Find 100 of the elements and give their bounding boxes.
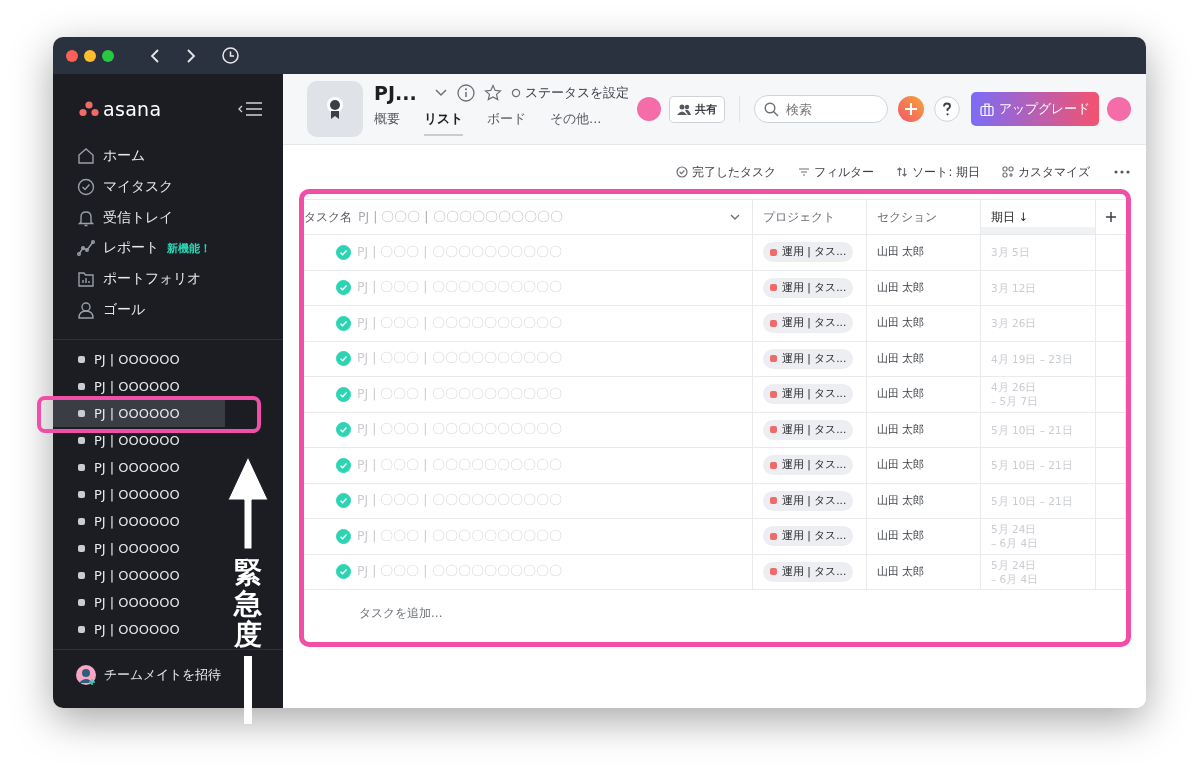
new-feature-label: 新機能！ [167,240,211,256]
assignee-name: 山田 太郎 [877,564,925,579]
people-icon [676,103,691,115]
project-title[interactable]: PJ... [374,82,417,104]
checkmark-icon[interactable] [336,564,351,580]
project-icon [307,81,363,137]
project-tag[interactable]: 運用 | タス... [763,526,854,547]
nav-label[interactable]: レポート [103,239,159,258]
checkmark-icon[interactable] [336,315,351,331]
info-icon[interactable] [456,84,475,102]
toolbar-button[interactable]: 完了したタスク [676,164,777,180]
tab[interactable]: 概要 [374,110,412,136]
project-tag[interactable]: 運用 | タス... [763,242,854,263]
project-tag[interactable]: 運用 | タス... [763,419,854,440]
nav-label[interactable]: ゴール [103,300,145,319]
set-status-button[interactable]: ステータスを設定 [510,84,629,102]
assignee-name: 山田 太郎 [877,422,925,437]
filter-icon [798,166,811,178]
toolbar-button[interactable]: フィルター [798,164,875,180]
check-circle-icon [676,166,689,178]
upgrade-button[interactable]: アップグレード [970,92,1099,126]
project-item[interactable]: PJ | OOOOOO [53,535,225,563]
nav-label[interactable]: ポートフォリオ [103,270,201,289]
project-tag[interactable]: 運用 | タス... [763,455,854,476]
project-tag[interactable]: 運用 | タス... [763,384,854,405]
avatar-icon[interactable] [1106,97,1131,121]
toolbar-button[interactable]: カスタマイズ [1002,164,1090,180]
assignee-name: 山田 太郎 [877,351,925,366]
project-item[interactable]: PJ | OOOOOO [53,562,225,590]
assignee-name: 山田 太郎 [877,245,925,260]
logo-icon [79,101,99,117]
checkmark-icon[interactable] [336,457,351,473]
project-item[interactable]: PJ | OOOOOO [53,508,225,536]
project-item[interactable]: PJ | OOOOOO [53,616,225,644]
assignee-name: 山田 太郎 [877,316,925,331]
project-tag[interactable]: 運用 | タス... [763,313,854,334]
project-item[interactable]: PJ | OOOOOO [53,400,225,428]
project-label: PJ | OOOOOO [94,595,180,611]
project-tag[interactable]: 運用 | タス... [763,348,854,369]
help-icon [933,96,960,122]
nav-label[interactable]: マイタスク [103,178,173,197]
assignee-name: 山田 太郎 [877,458,925,473]
checkmark-icon[interactable] [336,528,351,544]
tab[interactable]: リスト [424,110,463,136]
nav-label[interactable]: 受信トレイ [103,208,173,227]
back-icon[interactable] [150,47,160,64]
status-circle-icon [510,88,521,98]
toolbar-button[interactable]: ソート: 期日 [896,164,980,180]
project-item[interactable]: PJ | OOOOOO [53,373,225,401]
assignee-name: 山田 太郎 [877,280,925,295]
checkmark-icon[interactable] [336,280,351,296]
bell-icon [77,208,95,227]
minimize-button[interactable] [84,49,96,62]
folder-icon [77,270,95,289]
checkmark-icon[interactable] [336,422,351,438]
project-tag[interactable]: 運用 | タス... [763,561,854,582]
check-circle-icon [77,178,95,197]
avatar-icon[interactable] [636,97,661,121]
column-header[interactable]: プロジェクト [753,200,867,234]
more-icon[interactable] [1112,170,1132,174]
star-icon[interactable] [483,84,502,102]
chevron-down-icon[interactable] [730,213,740,221]
column-header-label: タスク名 [304,209,352,225]
project-item[interactable]: PJ | OOOOOO [53,589,225,617]
project-item[interactable]: PJ | OOOOOO [53,346,225,374]
help-button[interactable] [933,96,960,122]
add-task-button[interactable]: タスクを追加... [359,606,443,620]
logo-text: asana [103,98,162,120]
tab[interactable]: ボード [487,110,538,136]
checkmark-icon[interactable] [336,244,351,260]
assignee-name: 山田 太郎 [877,529,925,544]
project-item[interactable]: PJ | OOOOOO [53,481,225,509]
checkmark-icon[interactable] [336,386,351,402]
project-label: PJ | OOOOOO [94,460,180,476]
collapse-sidebar-icon[interactable] [237,101,263,117]
avatar-icon [75,664,97,687]
chevron-down-icon[interactable] [433,88,448,98]
project-item[interactable]: PJ | OOOOOO [53,454,225,482]
tab[interactable]: その他... [550,110,614,136]
project-tag[interactable]: 運用 | タス... [763,490,854,511]
project-tag[interactable]: 運用 | タス... [763,277,854,298]
share-button[interactable]: 共有 [668,95,725,123]
line-chart-icon [77,239,95,258]
nav-label[interactable]: ホーム [103,147,145,166]
checkmark-icon[interactable] [336,493,351,509]
add-icon[interactable] [897,96,924,122]
project-label: PJ | OOOOOO [94,433,180,449]
invite-button[interactable]: チームメイトを招待 [53,656,283,687]
close-button[interactable] [66,49,78,62]
zoom-button[interactable] [102,49,114,62]
forward-icon[interactable] [186,47,196,64]
project-label: PJ | OOOOOO [94,487,180,503]
history-icon[interactable] [222,47,239,64]
add-column-icon[interactable] [1106,212,1116,222]
project-label: PJ | OOOOOO [94,541,180,557]
checkmark-icon[interactable] [336,351,351,367]
project-item[interactable]: PJ | OOOOOO [53,427,225,455]
search-field[interactable]: 検索 [753,95,888,123]
column-header[interactable]: 期日 ↓ [981,200,1096,234]
project-label: PJ | OOOOOO [94,514,180,530]
